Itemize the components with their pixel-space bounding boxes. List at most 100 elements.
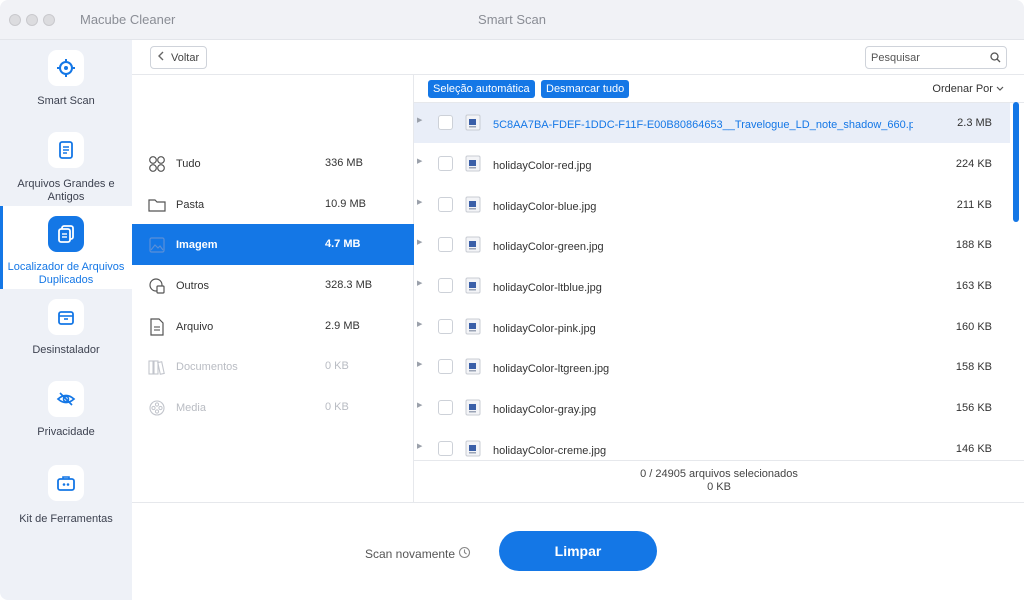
sidebar: Smart Scan Arquivos Grandes e Antigos Lo… [0,40,132,600]
refresh-icon [458,546,471,562]
expand-arrow-icon[interactable]: ▶ [417,360,422,368]
sidebar-item-duplicate-finder[interactable]: Localizador de Arquivos Duplicados [0,206,132,289]
category-item-arquivo[interactable]: Arquivo 2.9 MB [132,306,414,347]
file-name: holidayColor-green.jpg [493,241,604,253]
target-icon [48,50,84,86]
expand-arrow-icon[interactable]: ▶ [417,116,422,124]
back-button[interactable]: Voltar [150,46,208,69]
scrollbar-thumb[interactable] [1013,102,1019,222]
expand-arrow-icon[interactable]: ▶ [417,401,422,409]
file-name: holidayColor-gray.jpg [493,404,597,416]
file-name: holidayColor-blue.jpg [493,201,597,213]
search-box[interactable] [865,46,1007,69]
file-checkbox[interactable] [438,441,453,456]
document-icon [48,132,84,168]
file-name: holidayColor-ltblue.jpg [493,282,602,294]
category-item-pasta[interactable]: Pasta 10.9 MB [132,184,414,225]
file-row[interactable]: ▶ holidayColor-ltblue.jpg 163 KB [414,266,1010,306]
file-name: holidayColor-pink.jpg [493,323,596,335]
category-size: 4.7 MB [325,238,361,250]
image-file-icon [465,440,481,457]
category-size: 0 KB [325,360,349,372]
selection-summary: 0 / 24905 arquivos selecionados 0 KB [414,460,1024,502]
image-icon [148,236,166,254]
rescan-label: Scan novamente [365,547,456,561]
title-bar: Macube Cleaner Smart Scan [0,0,1024,40]
file-size: 156 KB [955,402,992,414]
file-icon [148,318,166,336]
file-name: holidayColor-creme.jpg [493,445,607,457]
sidebar-item-label: Localizador de Arquivos Duplicados [7,261,125,286]
file-row[interactable]: ▶ holidayColor-pink.jpg 160 KB [414,307,1010,347]
image-file-icon [465,114,481,131]
file-size: 2.3 MB [957,117,992,129]
chevron-left-icon [157,51,165,64]
expand-arrow-icon[interactable]: ▶ [417,442,422,450]
sidebar-item-toolkit[interactable]: Kit de Ferramentas [0,455,132,539]
expand-arrow-icon[interactable]: ▶ [417,320,422,328]
deselect-all-button[interactable]: Desmarcar tudo [541,80,630,98]
toolbox-icon [48,465,84,501]
sidebar-item-uninstaller[interactable]: Desinstalador [0,289,132,371]
file-checkbox[interactable] [438,359,453,374]
sidebar-item-smart-scan[interactable]: Smart Scan [0,40,132,122]
clean-button[interactable]: Limpar [499,531,657,571]
category-item-outros[interactable]: Outros 328.3 MB [132,265,414,306]
file-row[interactable]: ▶ holidayColor-gray.jpg 156 KB [414,388,1010,428]
sidebar-item-privacy[interactable]: Privacidade [0,371,132,455]
film-icon [148,399,166,417]
file-checkbox[interactable] [438,278,453,293]
file-checkbox[interactable] [438,237,453,252]
rescan-button[interactable]: Scan novamente [365,546,471,562]
file-row[interactable]: ▶ 5C8AA7BA-FDEF-1DDC-F11F-E00B80864653__T… [414,103,1010,143]
sort-by-dropdown[interactable]: Ordenar Por [932,83,1004,95]
file-row[interactable]: ▶ holidayColor-ltgreen.jpg 158 KB [414,347,1010,387]
category-item-media: Media 0 KB [132,387,414,428]
category-name: Pasta [176,199,205,211]
file-checkbox[interactable] [438,156,453,171]
expand-arrow-icon[interactable]: ▶ [417,238,422,246]
file-row[interactable]: ▶ holidayColor-green.jpg 188 KB [414,225,1010,265]
category-size: 336 MB [325,157,363,169]
file-row[interactable]: ▶ holidayColor-blue.jpg 211 KB [414,185,1010,225]
category-item-imagem[interactable]: Imagem 4.7 MB [132,224,414,265]
shapes-icon [148,277,166,295]
file-list-panel: Seleção automática Desmarcar tudo Ordena… [414,75,1024,502]
file-checkbox[interactable] [438,400,453,415]
file-name: 5C8AA7BA-FDEF-1DDC-F11F-E00B80864653__Tr… [493,119,913,131]
window-title: Smart Scan [478,12,546,27]
file-row[interactable]: ▶ holidayColor-red.jpg 224 KB [414,144,1010,184]
file-checkbox[interactable] [438,197,453,212]
search-input[interactable] [871,50,986,66]
expand-arrow-icon[interactable]: ▶ [417,198,422,206]
duplicate-icon [48,216,84,252]
file-name: holidayColor-ltgreen.jpg [493,363,610,375]
file-checkbox[interactable] [438,319,453,334]
sidebar-item-label: Kit de Ferramentas [19,513,113,525]
sidebar-item-label: Desinstalador [32,344,100,356]
expand-arrow-icon[interactable]: ▶ [417,157,422,165]
auto-select-button[interactable]: Seleção automática [428,80,535,98]
toolbar: Voltar [132,40,1024,75]
books-icon [148,358,166,376]
category-name: Outros [176,280,210,292]
category-name: Tudo [176,158,201,170]
category-item-tudo[interactable]: Tudo 336 MB [132,143,414,184]
file-size: 188 KB [955,239,992,251]
expand-arrow-icon[interactable]: ▶ [417,279,422,287]
bottom-bar: Scan novamente Limpar [132,502,1024,600]
image-file-icon [465,196,481,213]
category-name: Imagem [176,239,218,251]
category-item-documentos: Documentos 0 KB [132,346,414,387]
image-file-icon [465,155,481,172]
category-size: 2.9 MB [325,320,360,332]
sort-by-label: Ordenar Por [932,83,993,95]
category-size: 10.9 MB [325,198,366,210]
file-checkbox[interactable] [438,115,453,130]
chevron-down-icon [996,83,1004,95]
image-file-icon [465,318,481,335]
file-name: holidayColor-red.jpg [493,160,592,172]
sidebar-item-large-old-files[interactable]: Arquivos Grandes e Antigos [0,122,132,206]
search-icon[interactable] [990,52,1001,66]
image-file-icon [465,236,481,253]
